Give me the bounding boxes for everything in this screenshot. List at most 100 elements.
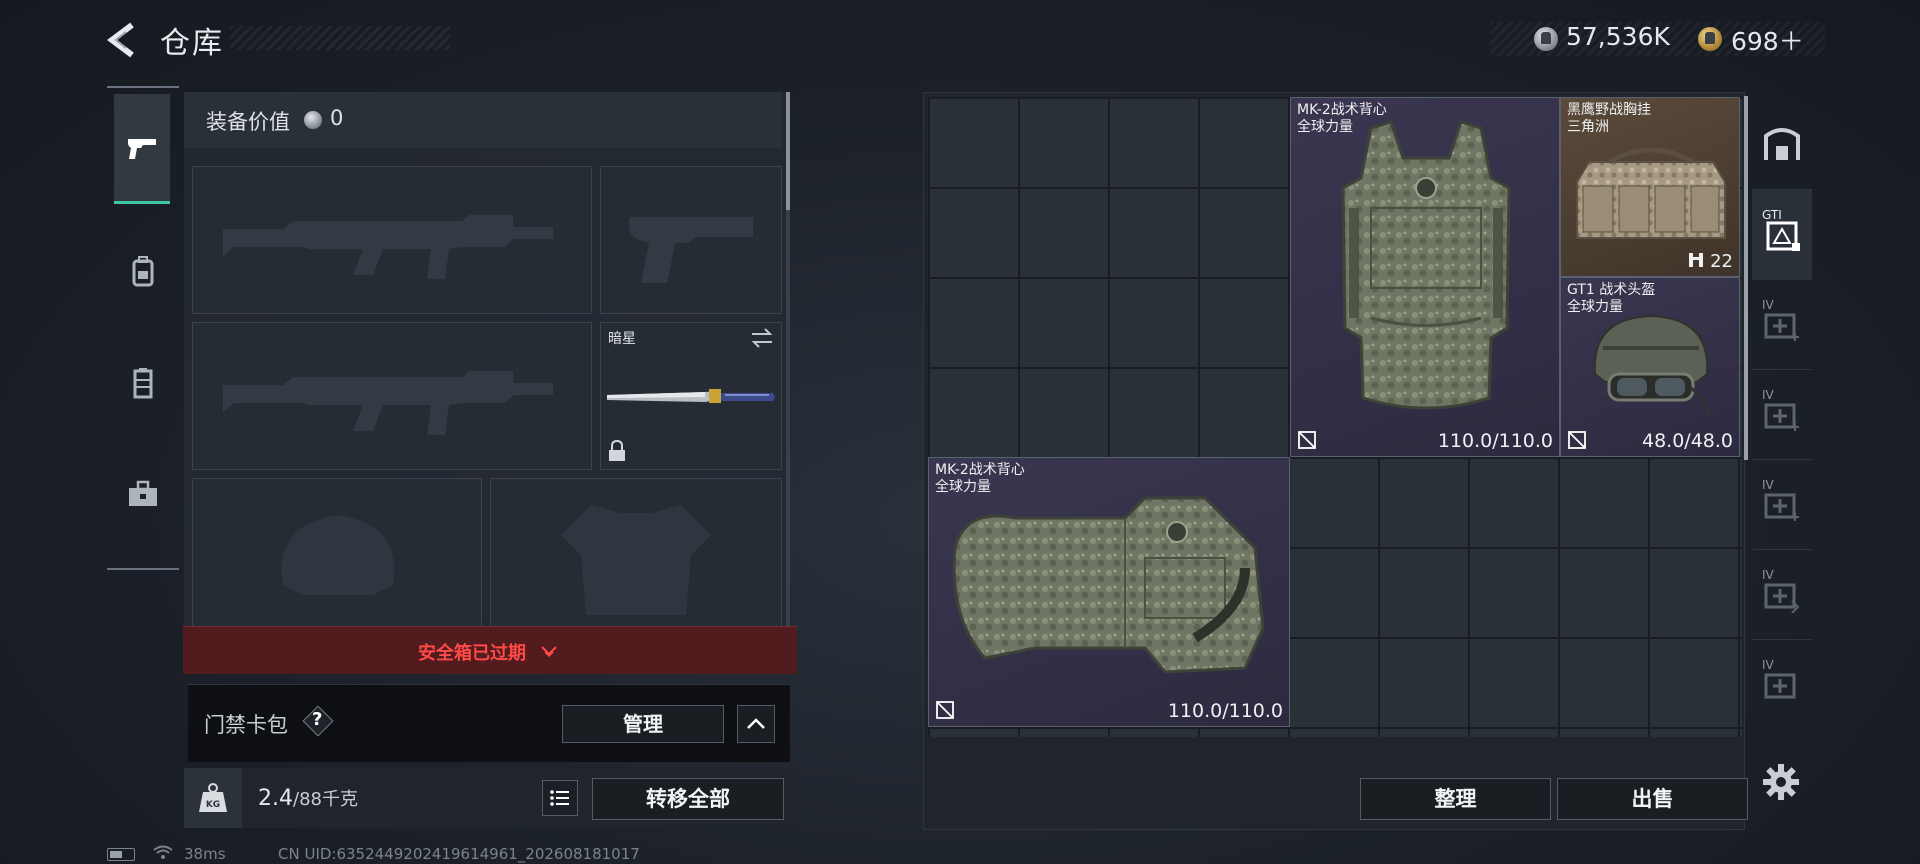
stash-page-tabs: GTI IV IV IV IV IV bbox=[1752, 96, 1812, 756]
stash-tab-label: GTI bbox=[1762, 208, 1782, 222]
rifle-silhouette-icon bbox=[223, 371, 553, 435]
knife-icon bbox=[607, 389, 775, 403]
stash-tab-label: IV bbox=[1762, 388, 1774, 402]
warehouse-icon bbox=[1764, 127, 1800, 160]
transfer-all-button[interactable]: 转移全部 bbox=[592, 778, 784, 820]
back-arrow-icon[interactable] bbox=[104, 20, 144, 60]
lock-icon bbox=[609, 440, 625, 461]
sort-button[interactable]: 整理 bbox=[1360, 778, 1551, 820]
equipment-panel: 装备价值 0 暗星 bbox=[184, 92, 790, 630]
equipment-value-amount: 0 bbox=[330, 106, 344, 130]
stash-tab-label: IV bbox=[1762, 568, 1774, 582]
keycard-label: 门禁卡包 bbox=[204, 713, 288, 737]
stash-tab-label: IV bbox=[1762, 658, 1774, 672]
weight-value: 2.4/88千克 bbox=[258, 785, 358, 811]
insurance-flag-icon bbox=[1298, 431, 1316, 449]
insurance-flag-icon bbox=[1568, 431, 1586, 449]
toolbox-icon bbox=[129, 480, 157, 506]
stash-tab-add-1[interactable]: IV bbox=[1752, 280, 1812, 370]
item-name: 黑鹰野战胸挂 三角洲 bbox=[1567, 102, 1651, 135]
safebox-expired-text: 安全箱已过期 bbox=[418, 643, 526, 664]
stash-tab-label: IV bbox=[1762, 298, 1774, 312]
pistol-icon bbox=[128, 138, 156, 159]
stash-tab-add-4[interactable]: IV bbox=[1752, 550, 1812, 640]
item-durability: 48.0/48.0 bbox=[1641, 430, 1733, 452]
item-durability: 110.0/110.0 bbox=[1167, 700, 1283, 722]
stash-item[interactable]: MK-2战术背心 全球力量 110.0/110.0 bbox=[1290, 97, 1560, 457]
keycard-row: 门禁卡包 ? 管理 bbox=[188, 684, 790, 762]
tactical-vest-image bbox=[952, 496, 1265, 674]
ping-value: 38ms bbox=[184, 845, 226, 863]
manage-button[interactable]: 管理 bbox=[562, 705, 724, 743]
add-page-icon bbox=[1764, 673, 1796, 699]
silver-currency-amount: 57,536K bbox=[1566, 22, 1670, 51]
armor-slot[interactable] bbox=[490, 478, 782, 628]
battery-icon bbox=[107, 848, 135, 861]
stash-tab-warehouse[interactable] bbox=[1752, 96, 1812, 190]
melee-name: 暗星 bbox=[608, 331, 636, 347]
stash-tab-label: IV bbox=[1762, 478, 1774, 492]
chevron-up-icon bbox=[747, 718, 765, 729]
gold-coin-icon bbox=[1698, 27, 1722, 51]
sell-button[interactable]: 出售 bbox=[1557, 778, 1748, 820]
stash-tab-add-3[interactable]: IV bbox=[1752, 460, 1812, 550]
weight-icon: KG bbox=[199, 783, 227, 812]
user-uid: CN UID:6352449202419614961_202608181017 bbox=[278, 845, 640, 863]
stash-item[interactable]: GT1 战术头盔 全球力量 48.0/48.0 bbox=[1560, 277, 1740, 457]
weight-icon-box: KG bbox=[184, 768, 242, 828]
list-view-button[interactable] bbox=[542, 780, 578, 816]
top-bar: 仓库 57,536K 698＋ bbox=[0, 0, 1920, 80]
swap-icon[interactable] bbox=[750, 328, 774, 348]
item-count: 22 bbox=[1688, 251, 1733, 272]
wifi-icon bbox=[152, 844, 174, 864]
tactical-vest-image bbox=[1341, 120, 1511, 410]
tab-weapons[interactable] bbox=[114, 94, 170, 204]
primary-weapon-slot[interactable] bbox=[192, 166, 592, 314]
tab-backpack[interactable] bbox=[115, 244, 171, 300]
tab-toolbox[interactable] bbox=[115, 466, 171, 522]
silver-coin-icon bbox=[304, 111, 322, 129]
secondary-weapon-slot[interactable] bbox=[192, 322, 592, 470]
weight-max: /88千克 bbox=[293, 789, 358, 810]
chest-rig-image bbox=[1576, 147, 1726, 239]
gold-currency-amount[interactable]: 698＋ bbox=[1731, 22, 1804, 58]
tab-vest[interactable] bbox=[115, 356, 171, 412]
insurance-flag-icon bbox=[936, 701, 954, 719]
item-durability: 110.0/110.0 bbox=[1437, 430, 1553, 452]
settings-gear-icon[interactable] bbox=[1761, 762, 1801, 802]
silver-coin-icon bbox=[1534, 27, 1558, 51]
pistol-silhouette-icon bbox=[629, 217, 753, 283]
helmet-silhouette-icon bbox=[281, 515, 395, 595]
equipment-value-header: 装备价值 0 bbox=[184, 92, 782, 148]
weight-current: 2.4 bbox=[258, 786, 293, 811]
stash-panel: MK-2战术背心 全球力量 110.0/110.0 黑鹰野战胸挂 三角洲 22 … bbox=[923, 92, 1745, 830]
rifle-silhouette-icon bbox=[223, 215, 553, 279]
stash-item[interactable]: 黑鹰野战胸挂 三角洲 22 bbox=[1560, 97, 1740, 277]
page-title: 仓库 bbox=[160, 26, 224, 61]
stash-tab-add-5[interactable]: IV bbox=[1752, 640, 1812, 730]
safebox-expired-banner[interactable]: 安全箱已过期 bbox=[183, 626, 797, 674]
stash-grid[interactable]: MK-2战术背心 全球力量 110.0/110.0 黑鹰野战胸挂 三角洲 22 … bbox=[928, 97, 1742, 737]
weight-row: KG 2.4/88千克 转移全部 bbox=[184, 768, 798, 828]
side-tabs bbox=[107, 86, 179, 570]
melee-slot[interactable]: 暗星 bbox=[600, 322, 782, 470]
equipment-scrollbar-thumb[interactable] bbox=[786, 92, 790, 210]
capacity-icon bbox=[1689, 253, 1704, 267]
equipment-value-label: 装备价值 bbox=[206, 110, 290, 134]
stash-tab-page-1[interactable]: GTI bbox=[1752, 190, 1812, 280]
vest-silhouette-icon bbox=[561, 505, 711, 615]
helmet-image bbox=[1593, 314, 1710, 417]
backpack-icon bbox=[132, 256, 154, 287]
stash-tab-add-2[interactable]: IV bbox=[1752, 370, 1812, 460]
list-icon bbox=[550, 790, 569, 806]
help-icon[interactable]: ? bbox=[302, 705, 334, 737]
helmet-slot[interactable] bbox=[192, 478, 482, 628]
svg-text:KG: KG bbox=[206, 800, 220, 810]
title-decoration bbox=[230, 26, 450, 50]
chevron-down-icon bbox=[541, 646, 557, 658]
stash-scrollbar[interactable] bbox=[1744, 96, 1748, 460]
pistol-slot[interactable] bbox=[600, 166, 782, 314]
stash-item[interactable]: MK-2战术背心 全球力量 110.0/110.0 bbox=[928, 457, 1290, 727]
vest-icon bbox=[133, 368, 153, 399]
collapse-button[interactable] bbox=[737, 705, 775, 743]
